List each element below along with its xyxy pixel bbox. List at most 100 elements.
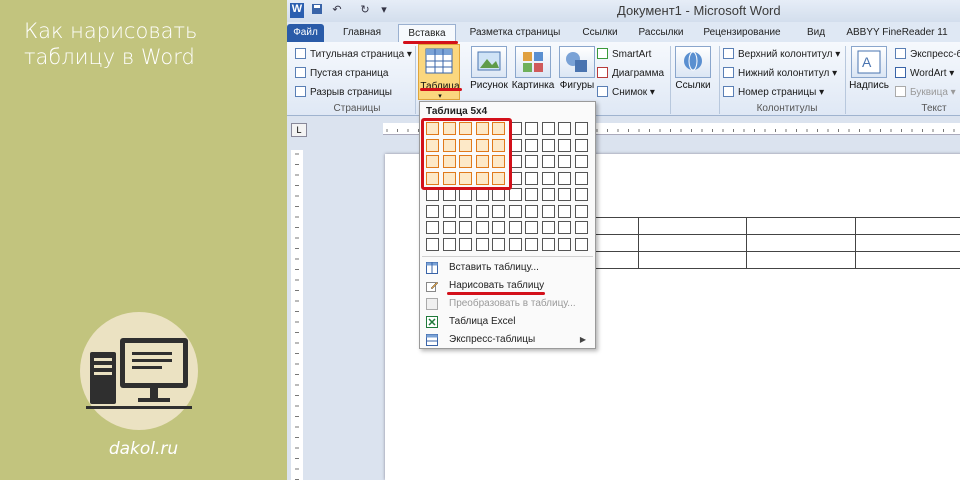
grid-cell[interactable] bbox=[558, 188, 571, 201]
grid-cell[interactable] bbox=[492, 221, 505, 234]
cover-page-button[interactable]: Титульная страница ▾ bbox=[295, 48, 412, 61]
page-number-icon bbox=[723, 86, 734, 97]
quick-parts-button[interactable]: Экспресс-б bbox=[895, 48, 960, 61]
grid-cell[interactable] bbox=[541, 204, 555, 218]
picture-label[interactable]: Рисунок bbox=[467, 80, 511, 91]
grid-cell[interactable] bbox=[459, 221, 472, 234]
grid-cell[interactable] bbox=[492, 204, 505, 218]
grid-cell[interactable] bbox=[508, 204, 522, 218]
chart-icon bbox=[597, 67, 608, 78]
grid-cell[interactable] bbox=[475, 221, 489, 234]
grid-cell[interactable] bbox=[426, 204, 439, 218]
tab-review[interactable]: Рецензирование bbox=[697, 24, 787, 42]
grid-cell[interactable] bbox=[442, 221, 456, 234]
grid-cell[interactable] bbox=[541, 237, 555, 251]
pencil-icon bbox=[426, 281, 438, 292]
table-button[interactable]: Таблица ▾ bbox=[418, 44, 460, 100]
blank-page-button[interactable]: Пустая страница bbox=[295, 67, 388, 80]
grid-cell[interactable] bbox=[541, 122, 555, 135]
shapes-label[interactable]: Фигуры bbox=[555, 80, 599, 91]
grid-cell[interactable] bbox=[442, 237, 456, 251]
vertical-ruler[interactable] bbox=[291, 150, 303, 480]
footer-icon bbox=[723, 67, 734, 78]
grid-cell[interactable] bbox=[558, 122, 571, 135]
grid-cell[interactable] bbox=[574, 237, 588, 251]
grid-cell[interactable] bbox=[525, 138, 538, 152]
grid-cell[interactable] bbox=[475, 204, 489, 218]
undo-icon[interactable]: ↶ bbox=[331, 3, 343, 18]
redo-icon[interactable]: ↻ bbox=[359, 3, 371, 18]
clipart-label[interactable]: Картинка bbox=[509, 80, 557, 91]
page-number-button[interactable]: Номер страницы ▾ bbox=[723, 86, 824, 99]
grid-cell[interactable] bbox=[558, 171, 571, 185]
grid-cell[interactable] bbox=[442, 204, 456, 218]
grid-cell[interactable] bbox=[508, 221, 522, 234]
grid-cell[interactable] bbox=[525, 237, 538, 251]
grid-cell[interactable] bbox=[459, 204, 472, 218]
grid-cell[interactable] bbox=[508, 188, 522, 201]
tab-selector-button[interactable]: L bbox=[291, 123, 307, 137]
grid-cell[interactable] bbox=[574, 204, 588, 218]
wordart-button[interactable]: WordArt ▾ bbox=[895, 67, 954, 80]
grid-cell[interactable] bbox=[558, 204, 571, 218]
ribbon-tabs: Файл Главная Вставка Разметка страницы С… bbox=[287, 22, 960, 42]
page-break-button[interactable]: Разрыв страницы bbox=[295, 86, 392, 99]
grid-cell[interactable] bbox=[541, 155, 555, 168]
grid-cell[interactable] bbox=[525, 188, 538, 201]
grid-cell[interactable] bbox=[558, 237, 571, 251]
grid-cell[interactable] bbox=[541, 138, 555, 152]
grid-cell[interactable] bbox=[459, 237, 472, 251]
quick-tables-icon bbox=[426, 334, 438, 346]
grid-cell[interactable] bbox=[558, 138, 571, 152]
tab-view[interactable]: Вид bbox=[803, 24, 829, 42]
tab-mailings[interactable]: Рассылки bbox=[633, 24, 689, 42]
grid-cell[interactable] bbox=[541, 171, 555, 185]
computer-icon bbox=[86, 338, 192, 409]
grid-cell[interactable] bbox=[525, 171, 538, 185]
tab-home[interactable]: Главная bbox=[337, 24, 387, 42]
tab-page-layout[interactable]: Разметка страницы bbox=[463, 24, 567, 42]
grid-cell[interactable] bbox=[574, 138, 588, 152]
grid-cell[interactable] bbox=[558, 155, 571, 168]
grid-cell[interactable] bbox=[574, 171, 588, 185]
grid-cell[interactable] bbox=[492, 237, 505, 251]
tab-references[interactable]: Ссылки bbox=[579, 24, 621, 42]
textbox-icon[interactable]: A bbox=[851, 46, 887, 78]
smartart-button[interactable]: SmartArt bbox=[597, 48, 651, 61]
shapes-icon[interactable] bbox=[559, 46, 595, 78]
highlight-grid-selection bbox=[421, 118, 512, 190]
menu-item-quick-tables[interactable]: Экспресс-таблицы ▶ bbox=[424, 331, 592, 349]
footer-button[interactable]: Нижний колонтитул ▾ bbox=[723, 67, 837, 80]
tab-file[interactable]: Файл bbox=[287, 24, 324, 42]
links-icon[interactable] bbox=[675, 46, 711, 78]
grid-cell[interactable] bbox=[541, 188, 555, 201]
grid-cell[interactable] bbox=[574, 221, 588, 234]
links-label[interactable]: Ссылки bbox=[671, 80, 715, 91]
grid-cell[interactable] bbox=[426, 237, 439, 251]
tab-insert[interactable]: Вставка bbox=[398, 24, 456, 42]
screenshot-button[interactable]: Снимок ▾ bbox=[597, 86, 655, 99]
tab-abbyy[interactable]: ABBYY FineReader 11 bbox=[841, 24, 953, 42]
save-icon[interactable] bbox=[311, 3, 323, 18]
smartart-icon bbox=[597, 48, 608, 59]
grid-cell[interactable] bbox=[525, 122, 538, 135]
grid-cell[interactable] bbox=[475, 237, 489, 251]
picture-icon[interactable] bbox=[471, 46, 507, 78]
clipart-icon[interactable] bbox=[515, 46, 551, 78]
chart-button[interactable]: Диаграмма bbox=[597, 67, 664, 80]
grid-cell[interactable] bbox=[525, 221, 538, 234]
grid-cell[interactable] bbox=[525, 204, 538, 218]
textbox-label[interactable]: Надпись bbox=[845, 80, 893, 91]
grid-cell[interactable] bbox=[558, 221, 571, 234]
grid-cell[interactable] bbox=[574, 122, 588, 135]
grid-cell[interactable] bbox=[426, 221, 439, 234]
menu-item-excel-table[interactable]: Таблица Excel bbox=[424, 313, 592, 331]
grid-cell[interactable] bbox=[525, 155, 538, 168]
grid-cell[interactable] bbox=[508, 237, 522, 251]
grid-cell[interactable] bbox=[574, 155, 588, 168]
menu-item-insert-table[interactable]: Вставить таблицу... bbox=[424, 259, 592, 277]
header-button[interactable]: Верхний колонтитул ▾ bbox=[723, 48, 840, 61]
grid-cell[interactable] bbox=[541, 221, 555, 234]
quick-access-dropdown-icon[interactable]: ▾ bbox=[379, 3, 389, 18]
grid-cell[interactable] bbox=[574, 188, 588, 201]
